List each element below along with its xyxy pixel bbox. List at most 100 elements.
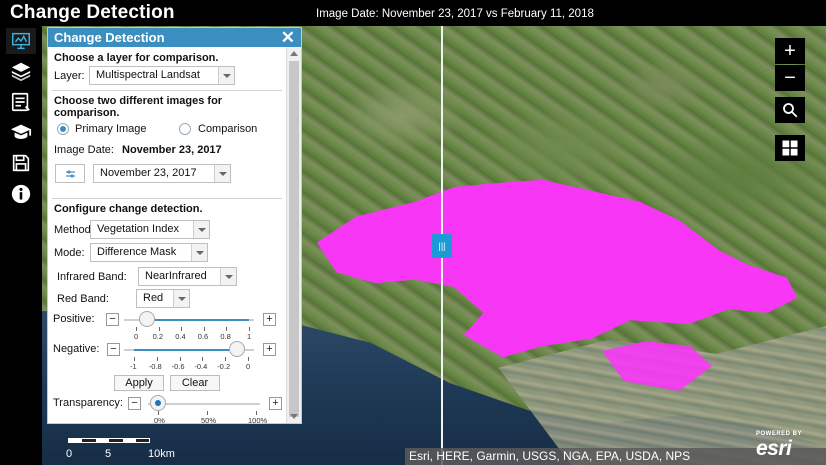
scale-label-5: 5: [105, 448, 112, 460]
negative-decrease-button[interactable]: −: [107, 343, 120, 356]
app-header: Change Detection Image Date: November 23…: [0, 0, 826, 26]
positive-slider-tick-label: 1: [247, 332, 252, 341]
comparison-radio[interactable]: [179, 123, 191, 135]
positive-slider-tick: [226, 327, 228, 331]
chevron-down-icon: [220, 268, 236, 285]
layers-icon: [11, 62, 31, 82]
save-tool-button[interactable]: [6, 150, 36, 176]
positive-slider-tick-label: 0.8: [220, 332, 231, 341]
transparency-slider-tick-label: 0%: [154, 416, 165, 423]
method-select-value: Vegetation Index: [97, 223, 179, 235]
save-icon: [12, 154, 30, 172]
transparency-decrease-button[interactable]: −: [128, 397, 141, 410]
scale-label-10km: 10km: [148, 448, 175, 460]
section-divider: [52, 198, 282, 199]
negative-slider-tick-label: -0.6: [171, 362, 185, 371]
grid-icon: [782, 140, 798, 156]
positive-slider-tick: [203, 327, 205, 331]
close-icon[interactable]: ✕: [281, 28, 295, 47]
transparency-slider-ticks: 0% 50% 100%: [154, 411, 267, 423]
panel-scrollbar[interactable]: [286, 47, 301, 423]
chevron-down-icon: [193, 221, 209, 238]
mode-select[interactable]: Difference Mask: [90, 243, 208, 262]
positive-slider-tick-label: 0.4: [175, 332, 186, 341]
change-detection-panel: Change Detection ✕ Choose a layer for co…: [47, 27, 302, 424]
panel-title: Change Detection: [54, 30, 165, 45]
scroll-up-icon[interactable]: [290, 51, 298, 56]
chevron-down-icon: [191, 244, 207, 261]
esri-logo-word: esri: [756, 437, 792, 460]
transparency-slider-handle[interactable]: [150, 395, 166, 411]
details-tool-button[interactable]: [6, 89, 36, 115]
positive-decrease-button[interactable]: −: [106, 313, 119, 326]
esri-logo: POWERED BY esri: [756, 431, 826, 461]
infrared-band-select[interactable]: NearInfrared: [138, 267, 237, 286]
positive-slider-tick: [158, 327, 160, 331]
education-icon: [10, 124, 32, 139]
swipe-handle[interactable]: |||: [432, 234, 452, 258]
change-mask-overlay: [316, 179, 797, 358]
clear-button[interactable]: Clear: [170, 375, 220, 391]
positive-slider-tick-label: 0: [134, 332, 139, 341]
app-title: Change Detection: [10, 2, 175, 23]
mode-label: Mode:: [54, 247, 85, 259]
chevron-down-icon: [173, 290, 189, 307]
scroll-down-icon[interactable]: [290, 414, 298, 419]
scale-bar-graphic: [68, 438, 150, 443]
panel-body: Choose a layer for comparison. Layer: Mu…: [48, 47, 286, 423]
image-date-value: November 23, 2017: [122, 144, 222, 156]
method-select[interactable]: Vegetation Index: [90, 220, 210, 239]
configure-section-heading: Configure change detection.: [54, 203, 203, 215]
positive-slider-handle[interactable]: [139, 311, 156, 327]
negative-label: Negative:: [53, 343, 100, 355]
image-date-select[interactable]: November 23, 2017: [93, 164, 231, 183]
negative-increase-button[interactable]: +: [263, 343, 276, 356]
transparency-slider-tick-label: 50%: [201, 416, 217, 423]
positive-slider-tick: [136, 327, 137, 331]
basemap-gallery-button[interactable]: [775, 135, 805, 161]
positive-slider-tick: [181, 327, 183, 331]
date-filter-button[interactable]: [55, 164, 85, 183]
zoom-in-button[interactable]: +: [775, 38, 805, 64]
change-detection-tool-button[interactable]: [6, 28, 36, 54]
section-divider: [52, 90, 282, 91]
layer-section-heading: Choose a layer for comparison.: [54, 52, 219, 64]
red-band-label: Red Band:: [57, 293, 109, 305]
negative-slider-tick: [202, 357, 204, 361]
negative-slider-tick-label: -0.2: [217, 362, 231, 371]
mode-select-value: Difference Mask: [97, 246, 177, 258]
transparency-slider-tick-label: 100%: [248, 416, 268, 423]
images-section-heading: Choose two different images for comparis…: [54, 95, 223, 119]
red-band-select[interactable]: Red: [136, 289, 190, 308]
infrared-band-label: Infrared Band:: [57, 271, 127, 283]
negative-slider-tick-label: -0.8: [148, 362, 162, 371]
layers-tool-button[interactable]: [6, 58, 36, 84]
education-tool-button[interactable]: [6, 119, 36, 145]
search-button[interactable]: [775, 97, 805, 123]
transparency-slider-tick: [207, 411, 208, 415]
negative-slider-handle[interactable]: [228, 341, 245, 357]
negative-slider-fill: [134, 349, 237, 351]
positive-slider-tick-label: 0.2: [152, 332, 164, 341]
scrollbar-thumb[interactable]: [289, 61, 299, 417]
apply-button[interactable]: Apply: [114, 375, 164, 391]
transparency-increase-button[interactable]: +: [269, 397, 282, 410]
negative-slider-tick: [248, 357, 249, 361]
positive-slider-fill: [147, 319, 249, 321]
transparency-slider-tick: [158, 411, 159, 415]
positive-increase-button[interactable]: +: [263, 313, 276, 326]
positive-slider-ticks: 0 0.2 0.4 0.6 0.8 1: [134, 327, 251, 341]
primary-image-radio[interactable]: [57, 123, 69, 135]
negative-slider-tick: [134, 357, 135, 361]
zoom-out-button[interactable]: −: [775, 65, 805, 91]
details-icon: [11, 92, 30, 112]
layer-select[interactable]: Multispectral Landsat: [89, 66, 235, 85]
primary-image-label: Primary Image: [75, 123, 147, 135]
layer-select-value: Multispectral Landsat: [96, 69, 200, 81]
method-label: Method:: [54, 224, 94, 236]
left-toolbar: [0, 26, 42, 465]
info-tool-button[interactable]: [6, 181, 36, 207]
info-icon: [11, 184, 31, 204]
negative-slider-tick-label: -1: [130, 362, 137, 371]
transparency-slider-tick: [256, 411, 257, 415]
